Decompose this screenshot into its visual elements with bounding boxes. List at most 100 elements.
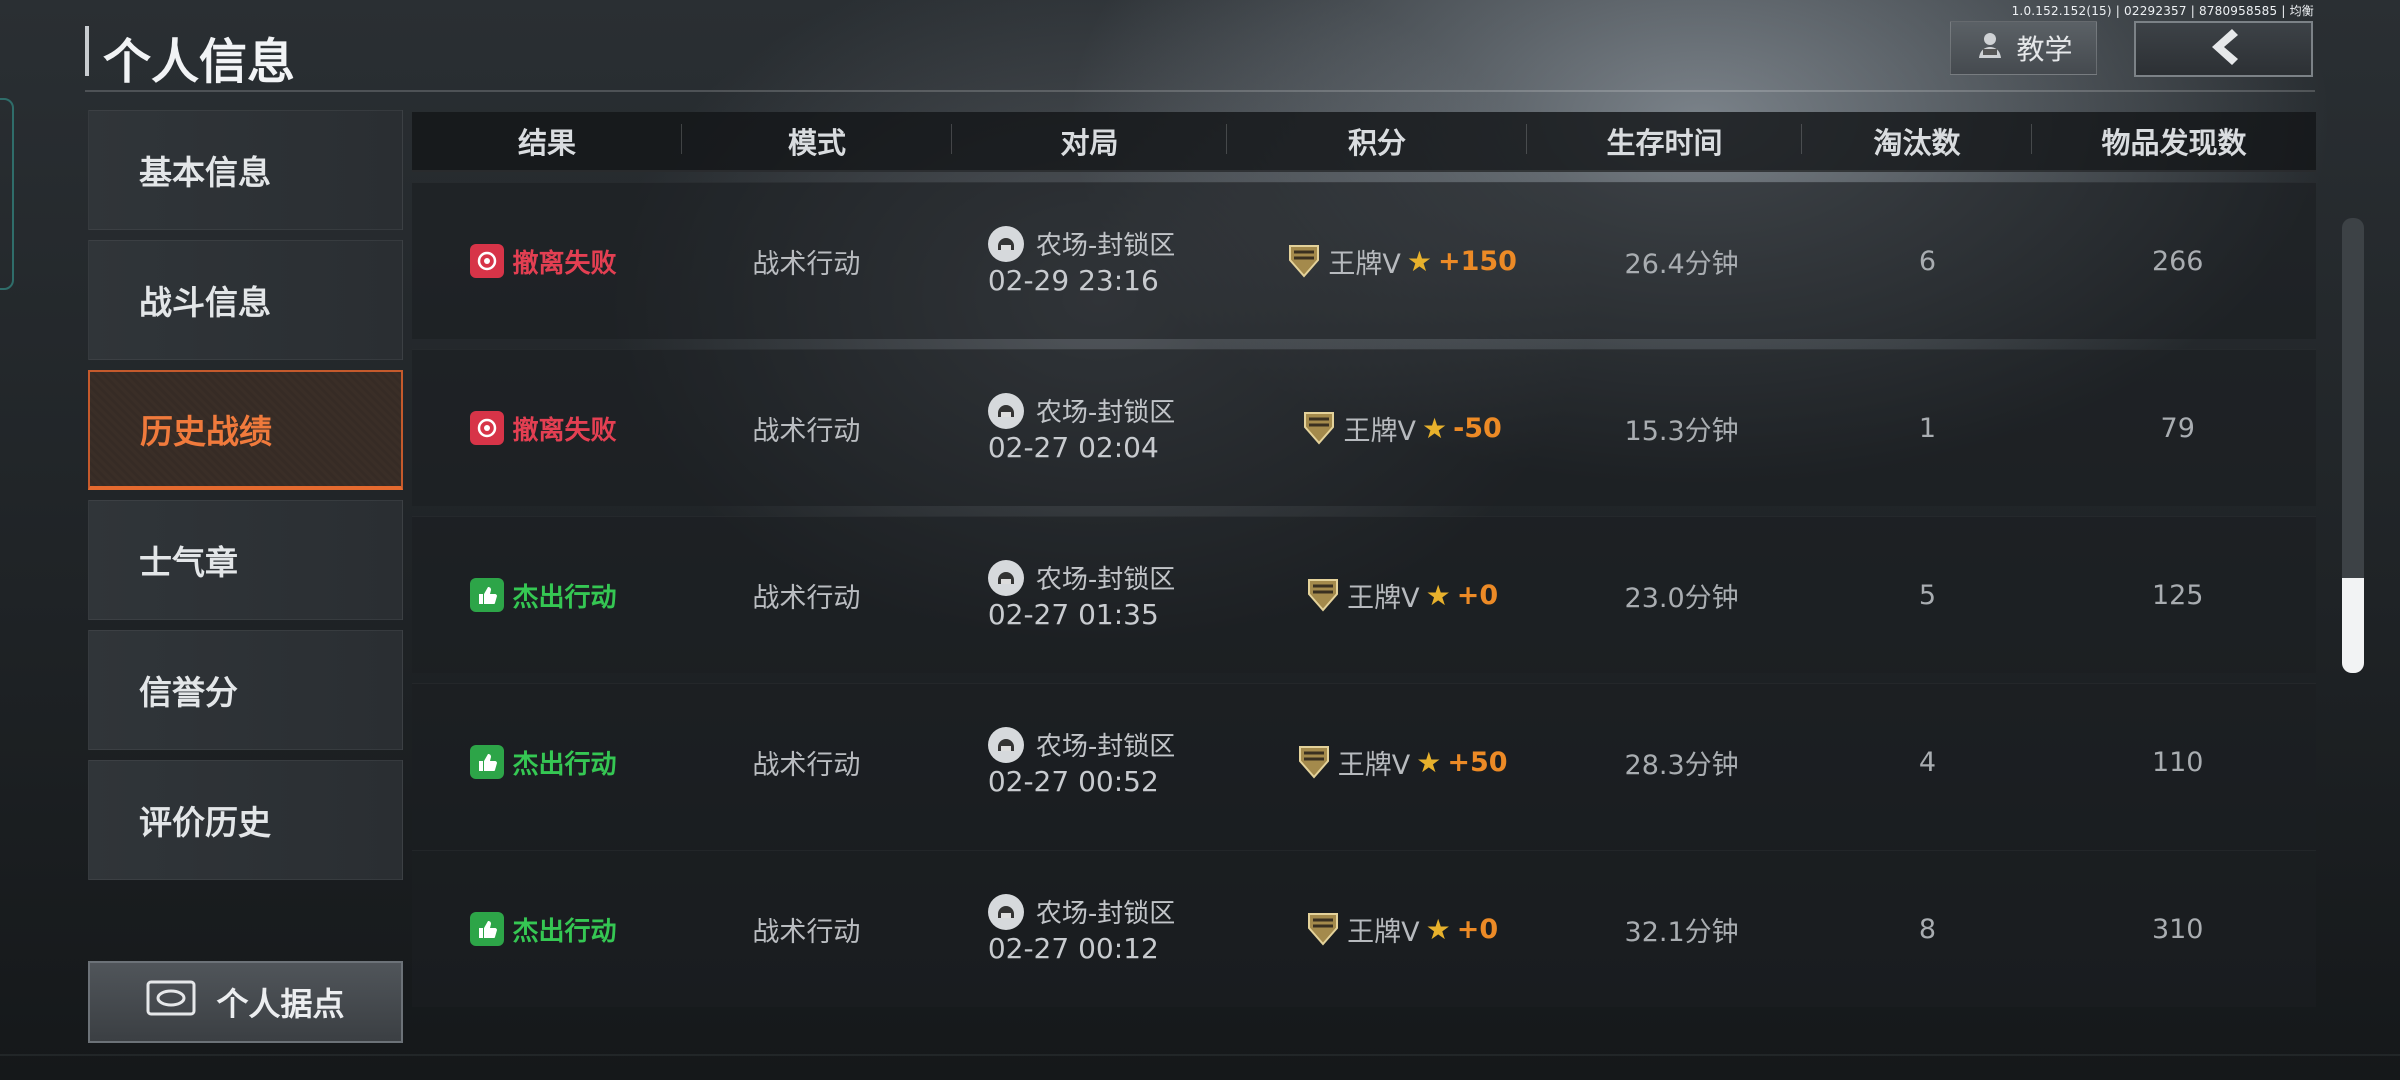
score-cell: 王牌V ★ -50 [1256,409,1548,448]
column-header: 淘汰数 [1802,120,2032,162]
sidebar-item-label: 历史战绩 [140,412,272,451]
result-label: 杰出行动 [512,582,617,613]
bottom-divider [0,1054,2400,1056]
match-time: 02-27 01:35 [987,598,1159,631]
score-cell: 王牌V ★ +0 [1256,910,1548,949]
column-header: 物品发现数 [2101,126,2247,160]
kills-cell: 5 [1918,579,1937,611]
sidebar-item-review-history[interactable]: 评价历史 [88,760,403,880]
column-header: 积分 [1227,120,1527,162]
map-name: 农场-封锁区 [1035,231,1176,261]
mode-cell: 战术行动 [752,248,861,280]
match-cell: 农场-封锁区 02-29 23:16 [938,225,1256,297]
result-label: 撤离失败 [512,415,617,446]
table-row[interactable]: 杰出行动 战术行动 农场-封锁区 02-27 01:35 王牌V ★ +0 23… [412,516,2316,673]
table-row[interactable]: 杰出行动 战术行动 农场-封锁区 02-27 00:52 王牌V ★ +50 2… [412,683,2316,840]
thumbs-up-icon [470,745,505,779]
survival-time-cell: 15.3分钟 [1624,415,1739,447]
column-header: 模式 [682,120,952,162]
mode-cell: 战术行动 [752,415,861,447]
result-cell: 杰出行动 [412,744,675,781]
sidebar-item-label: 信誉分 [139,673,238,712]
score-cell: 王牌V ★ +150 [1256,242,1548,281]
result-cell: 杰出行动 [412,577,675,614]
column-header: 生存时间 [1527,120,1802,162]
rank-badge-icon [1296,743,1332,781]
thumbs-up-icon [470,578,505,612]
star-icon: ★ [1421,411,1448,445]
scrollbar-thumb[interactable] [2342,578,2364,673]
result-label: 杰出行动 [512,916,617,947]
match-time: 02-27 00:12 [987,932,1159,965]
sidebar-item-label: 战斗信息 [139,283,271,322]
mode-cell: 战术行动 [752,916,861,948]
sidebar-item-battle-info[interactable]: 战斗信息 [88,240,403,360]
points-change: +50 [1447,746,1508,778]
tutorial-button[interactable]: 教学 [1950,21,2097,75]
table-row[interactable]: 撤离失败 战术行动 农场-封锁区 02-27 02:04 王牌V ★ -50 1… [412,349,2316,506]
version-info: 1.0.152.152(15) | 02292357 | 8780958585 … [2011,4,2314,18]
items-found-cell: 266 [2151,245,2204,277]
column-header: 结果 [412,120,682,162]
helmet-icon [987,392,1024,429]
items-found-cell: 110 [2151,746,2204,778]
match-time: 02-29 23:16 [987,264,1159,297]
sidebar-item-credit-score[interactable]: 信誉分 [88,630,403,750]
chevron-left-icon [2202,27,2246,71]
sidebar-item-label: 士气章 [139,543,238,582]
sidebar-item-label: 评价历史 [139,803,271,842]
points-change: +0 [1456,579,1499,611]
sidebar-item-match-history[interactable]: 历史战绩 [88,370,403,490]
kills-cell: 1 [1918,412,1937,444]
personal-base-button[interactable]: 个人据点 [88,961,403,1043]
score-cell: 王牌V ★ +50 [1256,743,1548,782]
sidebar-item-basic-info[interactable]: 基本信息 [88,110,403,230]
points-change: +0 [1456,913,1499,945]
helmet-icon [987,225,1024,262]
points-change: -50 [1453,412,1502,444]
rank-label: 王牌V [1347,916,1420,948]
star-icon: ★ [1406,244,1432,278]
rank-label: 王牌V [1328,248,1401,280]
kills-cell: 8 [1918,913,1937,945]
survival-time-cell: 23.0分钟 [1624,582,1739,614]
map-name: 农场-封锁区 [1035,398,1176,428]
rank-label: 王牌V [1347,582,1420,614]
star-icon: ★ [1416,745,1442,779]
match-time: 02-27 00:52 [987,765,1159,798]
helmet-icon [987,559,1024,596]
match-cell: 农场-封锁区 02-27 02:04 [938,392,1256,464]
back-button[interactable] [2134,21,2313,77]
items-found-cell: 310 [2151,913,2204,945]
map-name: 农场-封锁区 [1035,565,1176,595]
table-header: 结果 模式 对局 积分 生存时间 淘汰数 物品发现数 [412,112,2316,172]
side-handle[interactable] [0,98,14,290]
table-row[interactable]: 杰出行动 战术行动 农场-封锁区 02-27 00:12 王牌V ★ +0 32… [412,850,2316,1007]
match-cell: 农场-封锁区 02-27 01:35 [938,559,1256,631]
survival-time-cell: 32.1分钟 [1624,916,1739,948]
sidebar-item-label: 基本信息 [139,153,271,192]
match-cell: 农场-封锁区 02-27 00:52 [938,726,1256,798]
items-found-cell: 125 [2151,579,2204,611]
rank-badge-icon [1305,910,1341,948]
survival-time-cell: 26.4分钟 [1624,248,1739,280]
star-icon: ★ [1425,912,1451,946]
result-label: 杰出行动 [512,749,617,780]
tutorial-label: 教学 [2016,33,2073,66]
thumbs-up-icon [470,912,505,946]
column-header: 对局 [952,120,1227,162]
table-row[interactable]: 撤离失败 战术行动 农场-封锁区 02-29 23:16 王牌V ★ +150 … [412,182,2316,339]
page-title: 个人信息 [103,34,296,90]
mode-cell: 战术行动 [752,749,861,781]
helmet-icon [987,726,1024,763]
kills-cell: 4 [1918,746,1937,778]
rank-badge-icon [1286,242,1322,280]
result-cell: 撤离失败 [412,243,675,280]
points-change: +150 [1437,245,1517,277]
star-icon: ★ [1425,578,1451,612]
rank-label: 王牌V [1337,749,1411,781]
base-icon [146,980,196,1024]
helmet-icon [987,893,1024,930]
kills-cell: 6 [1918,245,1937,277]
sidebar-item-morale-badges[interactable]: 士气章 [88,500,403,620]
